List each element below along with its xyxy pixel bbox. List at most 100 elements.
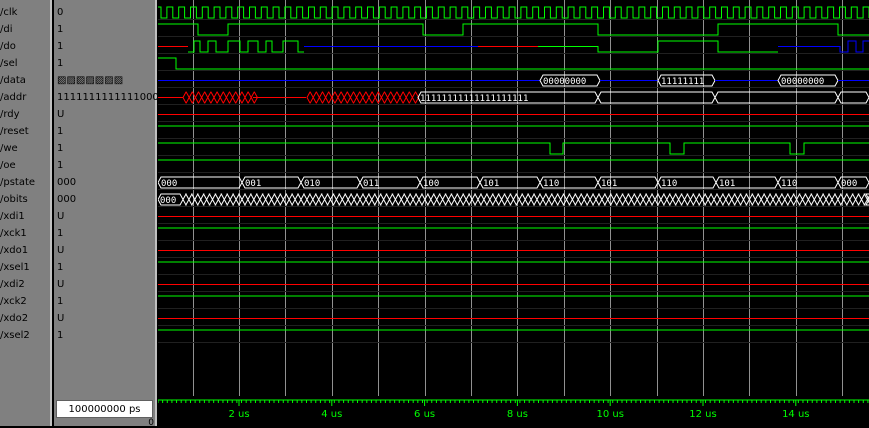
- obits-bus-segment: [801, 193, 809, 206]
- signal-value-clk[interactable]: 0: [57, 4, 157, 21]
- signal-value-reset[interactable]: 1: [57, 123, 157, 140]
- signal-value-oe[interactable]: 1: [57, 157, 157, 174]
- obits-bus-segment: [324, 193, 332, 206]
- signal-value-data[interactable]: ▨▨▨▨▨▨▨: [57, 72, 157, 89]
- signal-value-xdi1[interactable]: U: [57, 208, 157, 225]
- signal-value-we[interactable]: 1: [57, 140, 157, 157]
- signal-name-oe[interactable]: /oe: [0, 157, 50, 174]
- obits-bus-segment: [329, 193, 337, 206]
- signal-value-addr[interactable]: 1111111111111000: [57, 89, 157, 106]
- signal-name-data[interactable]: /data: [0, 72, 50, 89]
- signal-value-di[interactable]: 1: [57, 21, 157, 38]
- obits-bus-segment: [713, 193, 721, 206]
- signal-name-pane[interactable]: /clk/di/do/sel/data/addr/rdy/reset/we/oe…: [0, 0, 52, 426]
- obits-bus-segment: [259, 193, 267, 206]
- signal-name-xdi2[interactable]: /xdi2: [0, 276, 50, 293]
- signal-name-di[interactable]: /di: [0, 21, 50, 38]
- addr-bus-segment: [318, 91, 327, 104]
- obits-bus-segment: [672, 193, 680, 206]
- signal-value-xdo1[interactable]: U: [57, 242, 157, 259]
- waveform-pane[interactable]: 00000000 11111111 000000001111111111111111…: [158, 0, 869, 396]
- pstate-bus-label: 001: [245, 179, 261, 189]
- obits-bus-segment: [766, 193, 774, 206]
- signal-name-xsel1[interactable]: /xsel1: [0, 259, 50, 276]
- obits-bus-segment: [388, 193, 396, 206]
- signal-name-pstate[interactable]: /pstate: [0, 174, 50, 191]
- signal-name-xdo2[interactable]: /xdo2: [0, 310, 50, 327]
- signal-value-pstate[interactable]: 000: [57, 174, 157, 191]
- time-axis[interactable]: 2 us 4 us 6 us 8 us 10 us 12 us 14 us: [158, 396, 869, 426]
- signal-value-xsel2[interactable]: 1: [57, 327, 157, 344]
- signal-name-rdy[interactable]: /rdy: [0, 106, 50, 123]
- footer-name-area: [0, 396, 52, 426]
- signal-wave-do: [188, 40, 304, 53]
- obits-bus-segment: [595, 193, 603, 206]
- signal-name-xdi1[interactable]: /xdi1: [0, 208, 50, 225]
- signal-value-xsel1[interactable]: 1: [57, 259, 157, 276]
- obits-bus-segment: [695, 193, 703, 206]
- signal-value-xck2[interactable]: 1: [57, 293, 157, 310]
- obits-bus-segment: [536, 193, 544, 206]
- obits-bus-segment: [229, 193, 237, 206]
- obits-bus-segment: [430, 193, 438, 206]
- time-axis-label: 8 us: [507, 409, 528, 420]
- obits-bus-segment: [412, 193, 420, 206]
- obits-bus-segment: [796, 193, 804, 206]
- obits-bus-segment: [495, 193, 503, 206]
- signal-value-xdo2[interactable]: U: [57, 310, 157, 327]
- obits-bus-segment: [276, 193, 284, 206]
- signal-value-rdy[interactable]: U: [57, 106, 157, 123]
- addr-bus-segment: [306, 91, 314, 104]
- signal-value-xdi2[interactable]: U: [57, 276, 157, 293]
- obits-bus-segment: [619, 193, 627, 206]
- signal-name-do[interactable]: /do: [0, 38, 50, 55]
- signal-name-obits[interactable]: /obits: [0, 191, 50, 208]
- signal-name-we[interactable]: /we: [0, 140, 50, 157]
- obits-bus-segment: [489, 193, 497, 206]
- signal-name-xck1[interactable]: /xck1: [0, 225, 50, 242]
- obits-bus-segment: [624, 193, 632, 206]
- obits-bus-segment: [636, 193, 644, 206]
- obits-bus-segment: [312, 193, 320, 206]
- addr-bus-segment: [597, 91, 716, 104]
- addr-bus-segment: [387, 91, 395, 104]
- obits-bus-segment: [849, 193, 857, 206]
- signal-name-clk[interactable]: /clk: [0, 4, 50, 21]
- obits-bus-segment: [648, 193, 656, 206]
- time-axis-label: 2 us: [228, 409, 249, 420]
- cursor-time-field[interactable]: 100000000 ps: [56, 400, 153, 418]
- signal-value-do[interactable]: 1: [57, 38, 157, 55]
- obits-bus-segment: [241, 193, 249, 206]
- obits-bus-segment: [506, 193, 514, 206]
- pstate-bus-label: 110: [781, 179, 797, 189]
- obits-bus-segment: [678, 193, 686, 206]
- obits-bus-segment: [518, 193, 526, 206]
- obits-bus-segment: [560, 193, 568, 206]
- obits-bus-segment: [288, 193, 296, 206]
- signal-value-xck1[interactable]: 1: [57, 225, 157, 242]
- obits-bus-segment: [760, 193, 768, 206]
- time-axis-label: 6 us: [414, 409, 435, 420]
- cursor-delta: 0: [148, 418, 154, 428]
- obits-bus-segment: [530, 193, 538, 206]
- addr-bus-segment: [232, 91, 240, 104]
- signal-name-addr[interactable]: /addr: [0, 89, 50, 106]
- addr-bus-label: 11111111111111111111: [420, 94, 528, 104]
- signal-name-xdo1[interactable]: /xdo1: [0, 242, 50, 259]
- signal-value-pane[interactable]: 0 1 1 1 ▨▨▨▨▨▨▨ 1111111111111000 U 1 1 1 000 000 U 1 U…: [54, 0, 157, 426]
- signal-value-sel[interactable]: 1: [57, 55, 157, 72]
- obits-bus-segment: [512, 193, 520, 206]
- pstate-bus-label: 101: [483, 179, 499, 189]
- signal-name-sel[interactable]: /sel: [0, 55, 50, 72]
- obits-bus-segment: [666, 193, 674, 206]
- signal-name-xck2[interactable]: /xck2: [0, 293, 50, 310]
- addr-bus-segment: [213, 91, 221, 104]
- signal-name-reset[interactable]: /reset: [0, 123, 50, 140]
- obits-bus-segment: [630, 193, 638, 206]
- addr-bus-segment: [368, 91, 376, 104]
- signal-name-xsel2[interactable]: /xsel2: [0, 327, 50, 344]
- signal-value-obits[interactable]: 000: [57, 191, 157, 208]
- obits-bus-segment: [742, 193, 750, 206]
- obits-bus-segment: [394, 193, 402, 206]
- addr-bus-segment: [201, 91, 209, 104]
